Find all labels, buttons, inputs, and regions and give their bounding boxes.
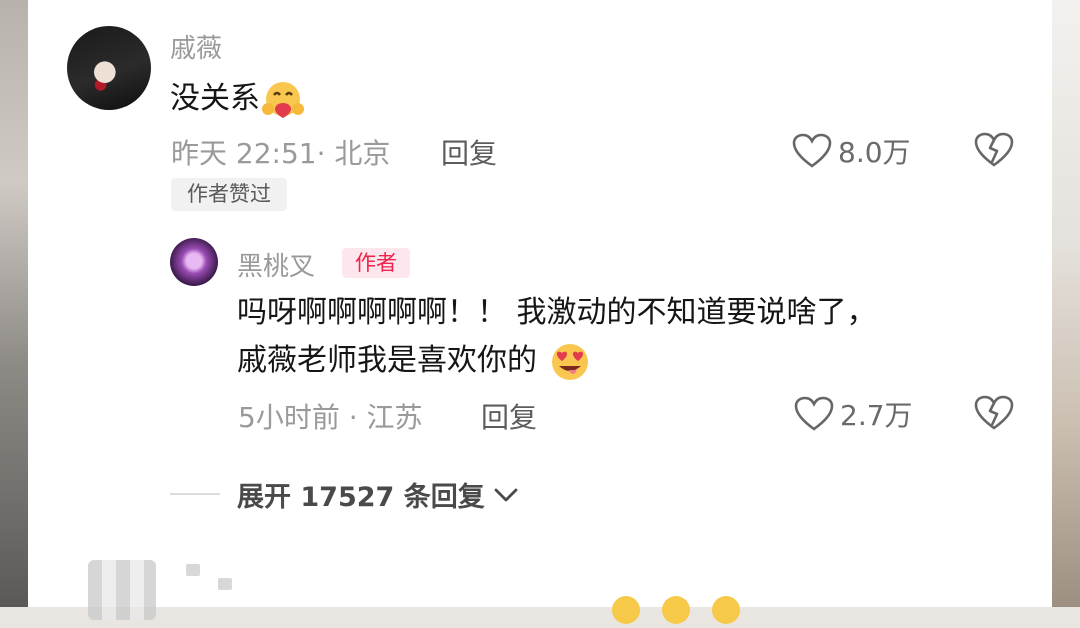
broken-heart-icon[interactable] [974,132,1014,168]
comment-time: 5小时前 [238,401,340,434]
comment-text: 吗呀啊啊啊啊啊！！ 我激动的不知道要说啥了， [237,295,877,330]
blurred-username [186,564,200,576]
right-background-strip [1052,0,1080,607]
avatar[interactable] [170,238,218,286]
like-button[interactable]: 2.7万 [794,394,913,434]
like-count: 2.7万 [840,399,913,432]
meta-separator: · [339,401,367,434]
expand-replies-button[interactable]: 展开 17527 条回复 [237,475,519,514]
comment-time: 昨天 22:51 [171,137,317,170]
left-background-strip [0,0,28,607]
comment-text: 没关系 [170,76,306,122]
author-liked-badge: 作者赞过 [171,178,287,211]
comment-username[interactable]: 黑桃叉 [237,246,315,283]
comment-text-body: 戚薇老师我是喜欢你的 [237,343,537,378]
hugging-face-emoji-icon [262,81,304,118]
partial-emoji-row [612,596,762,628]
comment-meta: 5小时前 · 江苏 [238,396,423,436]
comment-meta: 昨天 22:51· 北京 [171,132,390,172]
reply-button[interactable]: 回复 [481,396,537,436]
like-count: 8.0万 [838,136,911,169]
heart-eyes-emoji-icon [551,343,588,380]
heart-outline-icon [794,396,834,431]
avatar[interactable] [88,560,156,620]
meta-separator: · [316,137,335,170]
blurred-username [218,578,232,590]
comment-username[interactable]: 戚薇 [170,28,222,65]
comment-location: 江苏 [366,401,423,434]
expand-replies-label: 展开 17527 条回复 [237,482,485,513]
heart-outline-icon [792,133,832,168]
avatar[interactable] [67,26,151,110]
reply-button[interactable]: 回复 [441,132,497,172]
comment-text: 戚薇老师我是喜欢你的 [237,338,593,384]
author-badge: 作者 [342,248,410,278]
expand-divider [170,493,220,495]
chevron-down-icon [494,488,518,501]
comment-location: 北京 [334,137,391,170]
broken-heart-icon[interactable] [974,395,1014,431]
like-button[interactable]: 8.0万 [792,131,911,171]
comment-text-body: 没关系 [170,81,260,116]
